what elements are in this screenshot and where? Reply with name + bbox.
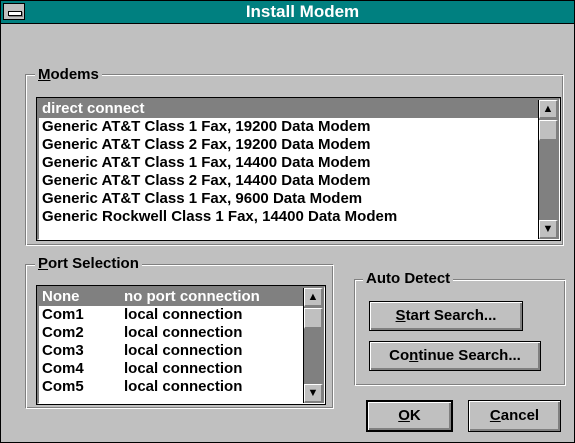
modems-list-rows: direct connect Generic AT&T Class 1 Fax, … (39, 100, 538, 226)
arrow-up-icon[interactable]: ▲ (304, 288, 323, 307)
arrow-up-icon[interactable]: ▲ (539, 100, 558, 119)
port-description: local connection (124, 360, 243, 377)
port-name: Com5 (42, 378, 84, 395)
auto-detect-group-label: Auto Detect (363, 270, 454, 287)
port-list-rows: None no port connection Com1 local connecti… (39, 288, 303, 396)
port-description: no port connection (124, 288, 260, 305)
modems-listbox[interactable]: direct connect Generic AT&T Class 1 Fax, … (36, 97, 561, 241)
port-description: local connection (124, 306, 243, 323)
port-description: local connection (124, 342, 243, 359)
port-name: None (42, 288, 80, 305)
port-list-item[interactable]: Com1 local connection (39, 306, 303, 324)
modem-list-item[interactable]: Generic AT&T Class 1 Fax, 19200 Data Mod… (39, 118, 538, 136)
window-title: Install Modem (245, 2, 360, 21)
port-listbox[interactable]: None no port connection Com1 local connecti… (36, 285, 326, 405)
start-search-button[interactable]: Start Search... (369, 301, 523, 331)
port-name: Com2 (42, 324, 84, 341)
modem-list-item[interactable]: Generic AT&T Class 1 Fax, 9600 Data Mode… (39, 190, 538, 208)
cancel-button[interactable]: Cancel (468, 400, 561, 432)
title-bar[interactable]: Install Modem (1, 1, 574, 24)
port-name: Com3 (42, 342, 84, 359)
modems-scrollbar[interactable]: ▲ ▼ (538, 100, 559, 239)
install-modem-dialog: Install Modem Modems direct connect Gener… (0, 0, 575, 443)
modem-list-item[interactable]: Generic AT&T Class 1 Fax, 14400 Data Mod… (39, 154, 538, 172)
port-description: local connection (124, 324, 243, 341)
port-list-item[interactable]: Com3 local connection (39, 342, 303, 360)
continue-search-button[interactable]: Continue Search... (369, 341, 541, 371)
modem-list-item[interactable]: Generic Rockwell Class 1 Fax, 14400 Data… (39, 208, 538, 226)
arrow-down-icon[interactable]: ▼ (539, 220, 558, 239)
modem-list-item[interactable]: Generic AT&T Class 2 Fax, 14400 Data Mod… (39, 172, 538, 190)
arrow-down-icon[interactable]: ▼ (304, 384, 323, 403)
port-scrollbar[interactable]: ▲ ▼ (303, 288, 324, 403)
port-description: local connection (124, 378, 243, 395)
port-name: Com1 (42, 306, 84, 323)
modems-group-label: Modems (35, 66, 102, 83)
modem-list-item[interactable]: direct connect (39, 100, 538, 118)
modems-scroll-thumb[interactable] (539, 120, 558, 141)
port-list-item[interactable]: None no port connection (39, 288, 303, 306)
port-list-item[interactable]: Com4 local connection (39, 360, 303, 378)
port-name: Com4 (42, 360, 84, 377)
modem-list-item[interactable]: Generic AT&T Class 2 Fax, 19200 Data Mod… (39, 136, 538, 154)
port-list-item[interactable]: Com2 local connection (39, 324, 303, 342)
ok-button[interactable]: OK (366, 400, 453, 432)
system-menu-icon[interactable] (3, 3, 25, 20)
port-selection-group-label: Port Selection (35, 255, 142, 272)
port-list-item[interactable]: Com5 local connection (39, 378, 303, 396)
port-scroll-thumb[interactable] (304, 308, 323, 329)
